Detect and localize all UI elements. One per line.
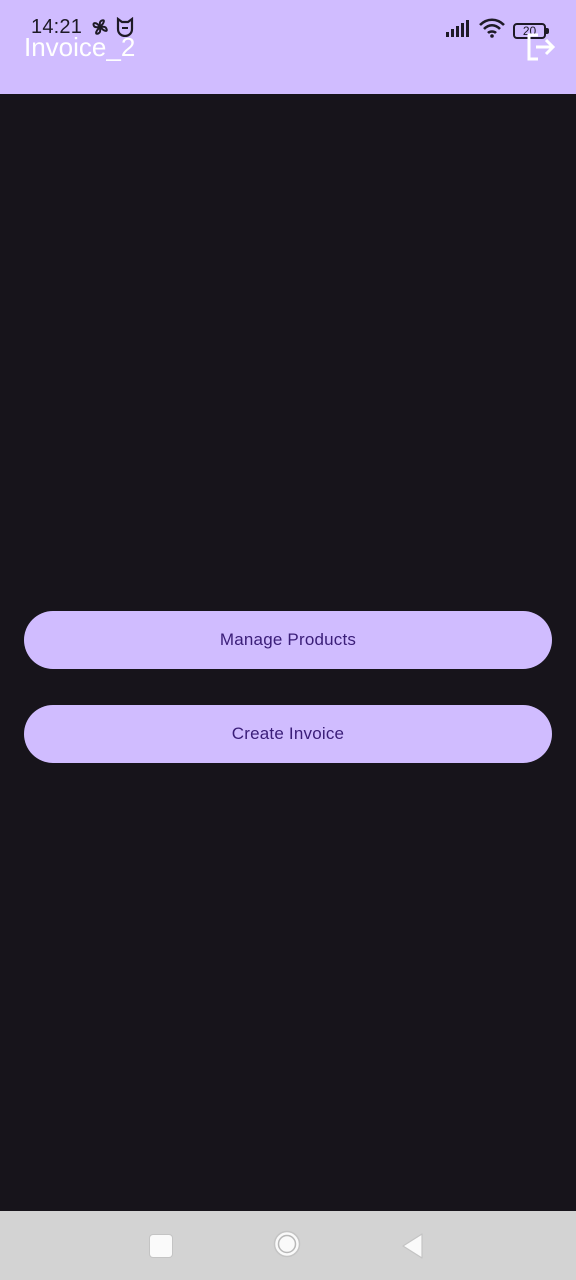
- logout-button[interactable]: [524, 32, 558, 66]
- recent-apps-icon[interactable]: [150, 1235, 172, 1257]
- wifi-icon: [479, 18, 505, 43]
- main-content: Manage Products Create Invoice: [0, 94, 576, 1211]
- app-bar: 14:21 20 Invoice_2: [0, 0, 576, 94]
- create-invoice-button[interactable]: Create Invoice: [24, 705, 552, 763]
- logout-icon: [525, 31, 557, 68]
- back-icon[interactable]: [400, 1232, 424, 1260]
- home-icon[interactable]: [272, 1229, 302, 1259]
- signal-icon: [445, 19, 471, 42]
- navigation-bar: [0, 1211, 576, 1280]
- app-title: Invoice_2: [24, 32, 136, 62]
- manage-products-button[interactable]: Manage Products: [24, 611, 552, 669]
